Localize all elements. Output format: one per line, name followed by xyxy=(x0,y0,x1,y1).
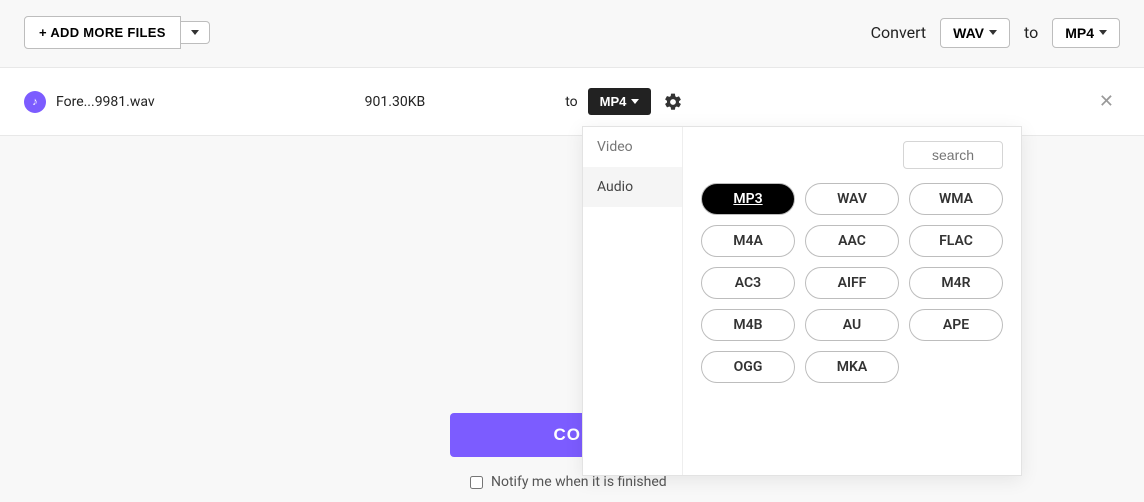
format-pill[interactable]: FLAC xyxy=(909,225,1003,257)
file-size: 901.30KB xyxy=(365,94,426,110)
file-name: Fore...9981.wav xyxy=(56,94,155,110)
tab-audio[interactable]: Audio xyxy=(583,167,682,207)
file-target-format-value: MP4 xyxy=(600,94,627,109)
add-files-group: + ADD MORE FILES xyxy=(24,16,210,49)
add-files-dropdown-button[interactable] xyxy=(181,21,210,44)
add-files-button[interactable]: + ADD MORE FILES xyxy=(24,16,181,49)
format-pill[interactable]: M4A xyxy=(701,225,795,257)
chevron-down-icon xyxy=(191,30,199,35)
gear-icon[interactable] xyxy=(663,92,683,112)
format-pill[interactable]: WAV xyxy=(805,183,899,215)
format-pill[interactable]: OGG xyxy=(701,351,795,383)
file-target-format-dropdown[interactable]: MP4 xyxy=(588,88,652,115)
search-wrap xyxy=(903,141,1003,169)
notify-row: Notify me when it is finished xyxy=(470,474,667,490)
chevron-down-icon xyxy=(1099,30,1107,35)
close-icon[interactable]: ✕ xyxy=(1099,93,1114,111)
format-dropdown-panel: Video Audio MP3 WAV WMA M4A AAC FLAC AC3 AIFF M4… xyxy=(582,126,1022,476)
search-row xyxy=(701,141,1003,169)
from-format-value: WAV xyxy=(953,25,984,41)
convert-controls: Convert WAV to MP4 xyxy=(871,18,1120,48)
file-to-label: to xyxy=(565,94,577,110)
chevron-down-icon xyxy=(989,30,997,35)
to-format-value: MP4 xyxy=(1065,25,1094,41)
dropdown-sidebar: Video Audio xyxy=(583,127,683,475)
to-format-dropdown[interactable]: MP4 xyxy=(1052,18,1120,48)
format-pill[interactable]: AAC xyxy=(805,225,899,257)
format-pill[interactable]: M4B xyxy=(701,309,795,341)
format-pill[interactable]: APE xyxy=(909,309,1003,341)
top-bar: + ADD MORE FILES Convert WAV to MP4 xyxy=(0,0,1144,67)
format-pill[interactable]: AC3 xyxy=(701,267,795,299)
format-pill[interactable]: WMA xyxy=(909,183,1003,215)
convert-label: Convert xyxy=(871,23,927,42)
notify-checkbox[interactable] xyxy=(470,476,483,489)
from-format-dropdown[interactable]: WAV xyxy=(940,18,1010,48)
dropdown-body: MP3 WAV WMA M4A AAC FLAC AC3 AIFF M4R M4B AU APE OGG… xyxy=(683,127,1021,475)
to-label: to xyxy=(1024,23,1038,42)
chevron-down-icon xyxy=(631,99,639,104)
format-pill[interactable]: AIFF xyxy=(805,267,899,299)
tab-video[interactable]: Video xyxy=(583,127,682,167)
audio-file-icon xyxy=(24,91,46,113)
format-pill[interactable]: MP3 xyxy=(701,183,795,215)
notify-label[interactable]: Notify me when it is finished xyxy=(491,474,667,490)
format-grid: MP3 WAV WMA M4A AAC FLAC AC3 AIFF M4R M4B AU APE OGG… xyxy=(701,183,1003,383)
format-pill[interactable]: MKA xyxy=(805,351,899,383)
format-search-input[interactable] xyxy=(903,141,1003,169)
format-pill[interactable]: M4R xyxy=(909,267,1003,299)
format-pill[interactable]: AU xyxy=(805,309,899,341)
